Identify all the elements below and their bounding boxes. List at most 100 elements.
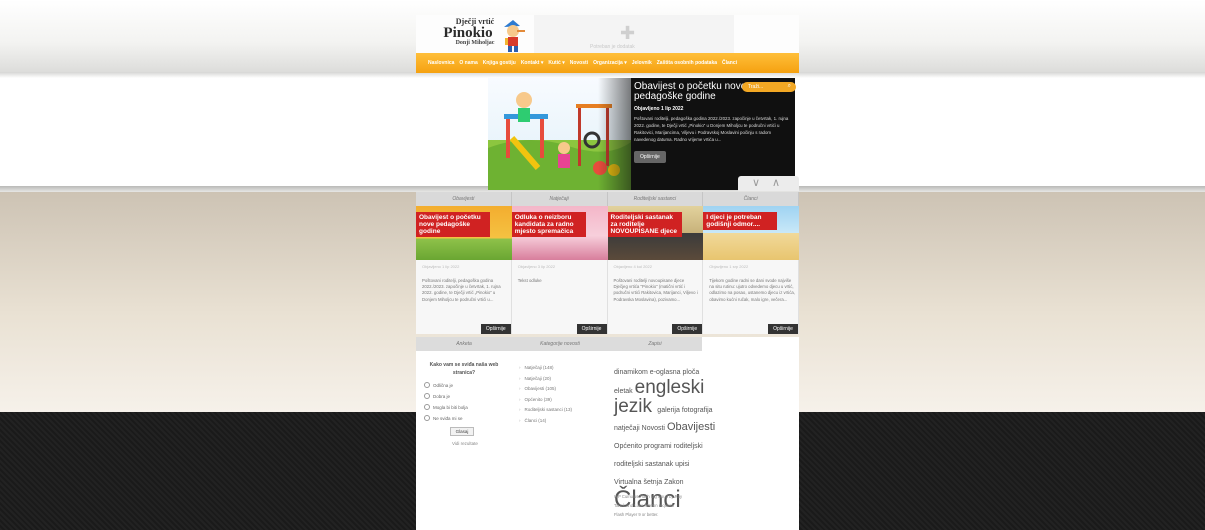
slide-read-more-button[interactable]: Opširnije: [634, 151, 666, 163]
nav-item-naslovnica[interactable]: Naslovnica: [428, 60, 454, 66]
nav-item-knjiga-gostiju[interactable]: Knjiga gostiju: [483, 60, 516, 66]
nav-item-clanci[interactable]: Članci: [722, 60, 737, 66]
chevron-down-icon[interactable]: ∨: [752, 177, 760, 189]
article-card: Obavijest o početku nove pedagoške godin…: [416, 206, 512, 334]
tag-link[interactable]: fotografija: [682, 407, 713, 414]
radio-button[interactable]: [424, 393, 430, 399]
search-box[interactable]: Traži... ⌕: [742, 82, 796, 92]
tag-link[interactable]: galerija: [657, 407, 682, 414]
category-link[interactable]: Općenito (39): [519, 397, 604, 402]
tag-link[interactable]: e-oglasna: [650, 369, 683, 376]
poll-option-label: Mogla bi biti bolja: [433, 404, 468, 410]
read-more-button[interactable]: Opširnije: [672, 324, 703, 334]
categories-header: Kategorije novosti: [512, 337, 608, 351]
poll-option-label: Ne sviđa mi se: [433, 415, 463, 421]
slide-date: Objavljeno 1 lip 2022: [634, 106, 684, 112]
poll-option[interactable]: Ne sviđa mi se: [424, 415, 504, 421]
main-navigation: Naslovnica O nama Knjiga gostiju Kontakt…: [416, 53, 799, 73]
tag-link[interactable]: ploča: [683, 369, 700, 376]
read-more-button[interactable]: Opširnije: [576, 324, 607, 334]
article-title[interactable]: Obavijest o početku nove pedagoške godin…: [416, 212, 490, 237]
flash-notice-line: WP Cumulus Flash tag cloud by Roy: [614, 494, 683, 499]
tag-link[interactable]: Virtualna šetnja: [614, 479, 664, 486]
news-categories-list: Natječaji (148) Natječaji (20) Obavijest…: [519, 365, 604, 428]
tag-link[interactable]: roditeljski: [674, 443, 703, 450]
article-card: Roditeljski sastanak za roditelje NOVOUP…: [607, 206, 704, 334]
tagcloud-header: Zapisi: [608, 337, 702, 351]
tag-link[interactable]: Zakon: [664, 479, 683, 486]
nav-item-kontakt[interactable]: Kontakt ▾: [521, 60, 544, 66]
tab-roditeljski-sastanci[interactable]: Roditeljski sastanci: [608, 192, 704, 206]
vote-button[interactable]: Glasaj: [450, 427, 474, 436]
plugin-placeholder[interactable]: ✚ Potreban je dodatak: [534, 15, 734, 53]
radio-button[interactable]: [424, 415, 430, 421]
flash-notice-line: Flash Player 9 or better.: [614, 512, 659, 517]
site-container: Dječji vrtić Pinokio Donji Miholjac ✚ Po…: [416, 0, 800, 530]
nav-item-kutic[interactable]: Kutić ▾: [548, 60, 564, 66]
search-input[interactable]: Traži...: [748, 84, 763, 90]
tag-cloud: dinamikom e-oglasna ploča eletak englesk…: [614, 361, 718, 512]
article-title[interactable]: Roditeljski sastanak za roditelje NOVOUP…: [607, 212, 682, 237]
featured-slider: Obavijest o početku nove pedagoške godin…: [488, 78, 795, 190]
poll-option[interactable]: Odlična je: [424, 382, 504, 388]
poll-question: Kako vam se sviđa naša web stranica?: [429, 362, 499, 376]
slider-toggle[interactable]: ∨ ∧: [738, 176, 799, 191]
tagcloud-flash-notice: WP Cumulus Flash tag cloud by Roy Tanck …: [614, 492, 718, 519]
article-title[interactable]: I djeci je potreban godišnji odmor....: [703, 212, 778, 230]
tag-link[interactable]: natječaji: [614, 425, 642, 432]
nav-item-novosti[interactable]: Novosti: [570, 60, 588, 66]
search-icon[interactable]: ⌕: [788, 83, 791, 90]
nav-item-jelovnik[interactable]: Jelovnik: [632, 60, 652, 66]
nav-item-organizacija[interactable]: Organizacija ▾: [593, 60, 627, 66]
read-more-button[interactable]: Opširnije: [480, 324, 511, 334]
tag-link[interactable]: dinamikom: [614, 369, 650, 376]
slide-description: Poštovani roditelji, pedagoška godina 20…: [634, 116, 789, 142]
article-date: Objavljeno 1 lip 2022: [422, 264, 460, 269]
tag-link[interactable]: eletak: [614, 388, 635, 395]
article-card: I djeci je potreban godišnji odmor.... O…: [703, 206, 800, 334]
article-excerpt: Tijekom godine radni se dani svode najvi…: [709, 278, 795, 302]
article-excerpt: Poštovani roditelji novoupisane djece Dj…: [613, 278, 698, 302]
tag-link[interactable]: Novosti: [642, 425, 667, 432]
poll-results-link[interactable]: Vidi rezultate: [452, 441, 504, 446]
tag-link[interactable]: programi: [644, 443, 674, 450]
tag-link[interactable]: Općenito: [614, 443, 644, 450]
category-link[interactable]: Obavijesti (105): [519, 386, 604, 391]
category-link[interactable]: Natječaji (148): [519, 365, 604, 370]
flash-notice-line: Tanck and Luke Morton requires: [614, 503, 674, 508]
tag-link[interactable]: upisi: [675, 461, 689, 468]
category-link[interactable]: Članci (14): [519, 418, 604, 423]
poll-widget: Kako vam se sviđa naša web stranica? Odl…: [424, 361, 504, 446]
article-date: Objavljeno 4 kol 2022: [613, 264, 652, 269]
tag-link[interactable]: roditeljski sastanak: [614, 461, 675, 468]
site-logo[interactable]: Dječji vrtić Pinokio Donji Miholjac: [416, 17, 534, 53]
article-title[interactable]: Odluka o neizboru kandidata za radno mje…: [511, 212, 586, 237]
chevron-up-icon[interactable]: ∧: [772, 177, 780, 189]
radio-button[interactable]: [424, 404, 430, 410]
poll-option[interactable]: Mogla bi biti bolja: [424, 404, 504, 410]
plugin-puzzle-icon: ✚: [620, 23, 636, 43]
category-link[interactable]: Roditeljski sastanci (13): [519, 407, 604, 412]
article-cards: Obavijest o početku nove pedagoške godin…: [416, 206, 800, 334]
radio-button[interactable]: [424, 382, 430, 388]
article-date: Objavljeno 1 srp 2022: [709, 264, 749, 269]
poll-option-label: Dobra je: [433, 393, 451, 399]
tab-clanci[interactable]: Članci: [703, 192, 799, 206]
tab-natjecaji[interactable]: Natječaji: [512, 192, 608, 206]
tag-link[interactable]: Obavijesti: [667, 421, 715, 433]
read-more-button[interactable]: Opširnije: [768, 324, 798, 334]
pinocchio-icon: [504, 20, 525, 52]
tab-obavijesti[interactable]: Obavijesti: [416, 192, 512, 206]
article-date: Objavljeno 3 lip 2022: [517, 264, 556, 269]
category-link[interactable]: Natječaji (20): [519, 376, 604, 381]
nav-item-o-nama[interactable]: O nama: [459, 60, 477, 66]
poll-option[interactable]: Dobra je: [424, 393, 504, 399]
article-excerpt: Poštovani roditelji, pedagoška godina 20…: [422, 278, 501, 302]
poll-option-label: Odlična je: [433, 382, 454, 388]
category-tabs: Obavijesti Natječaji Roditeljski sastanc…: [416, 192, 799, 206]
poll-header: Anketa: [416, 337, 512, 351]
article-excerpt: Tekst odluke: [517, 278, 542, 283]
nav-item-zastita-podataka[interactable]: Zaštita osobnih podataka: [657, 60, 717, 66]
plugin-text: Potreban je dodatak: [590, 44, 635, 50]
slide-caption: Obavijest o početku nove pedagoške godin…: [634, 82, 792, 163]
